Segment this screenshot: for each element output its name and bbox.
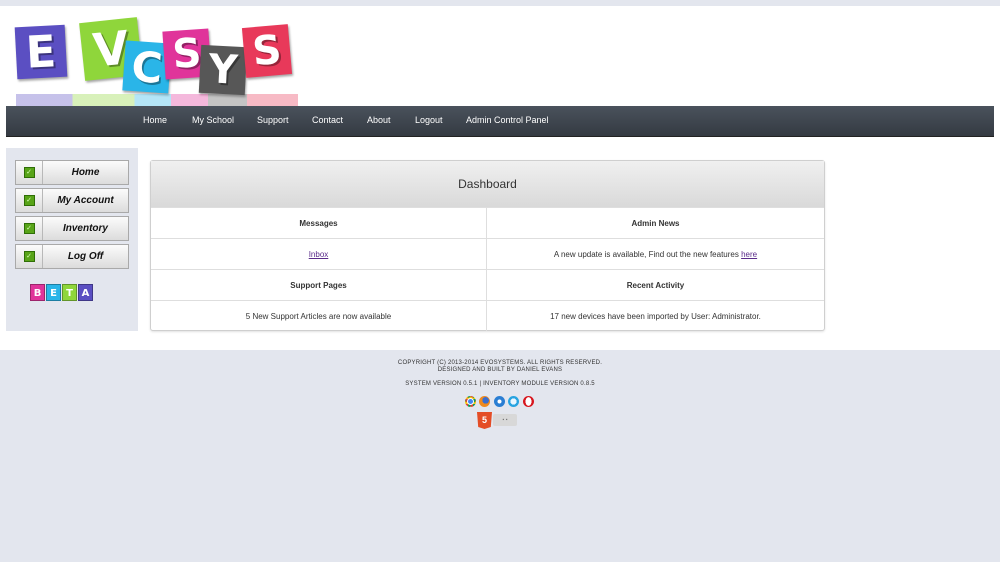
footer-designed-by: DESIGNED AND BUILT BY DANIEL EVANS [437,367,563,373]
admin-news-cell: A new update is available, Find out the … [487,238,824,269]
recent-activity-text: 17 new devices have been imported by Use… [487,300,824,331]
footer-version: SYSTEM VERSION 0.5.1 | INVENTORY MODULE … [405,381,595,387]
safari-icon [508,396,519,407]
check-icon: ✓ [23,195,35,206]
footer-copyright: COPYRIGHT (C) 2013-2014 EVOSYSTEMS. ALL … [397,360,603,366]
admin-news-header: Admin News [487,207,824,238]
sidebar-item-home[interactable]: ✓ Home [15,160,129,185]
support-pages-header: Support Pages [151,269,487,300]
check-icon: ✓ [23,251,35,262]
html5-tech-badge: ▪ ▪ [493,414,517,426]
messages-cell: Inbox [151,238,487,269]
nav-support[interactable]: Support [257,106,289,136]
logo-reflection [16,94,298,106]
beta-letter: B [30,284,45,301]
beta-letter: A [78,284,93,301]
ie-icon [494,396,505,407]
nav-home[interactable]: Home [143,106,167,136]
beta-badge: B E T A [30,284,96,302]
admin-news-here-link[interactable]: here [741,250,757,259]
beta-letter: E [46,284,61,301]
firefox-icon [479,396,490,407]
sidebar-item-label: Inventory [62,223,108,234]
main-navbar: Home My School Support Contact About Log… [6,106,994,137]
logo-letter-s2: S [241,24,293,78]
support-pages-text: 5 New Support Articles are now available [151,300,487,331]
check-icon: ✓ [23,223,35,234]
evosys-logo[interactable]: E V C S Y S [14,16,304,106]
opera-icon [523,396,534,407]
admin-news-text: A new update is available, Find out the … [553,250,739,259]
chrome-icon [465,396,476,407]
logo-letter-y: Y [198,44,248,96]
html5-icon: 5 [477,412,492,429]
nav-logout[interactable]: Logout [415,106,443,136]
dashboard-panel: Dashboard Messages Admin News Inbox A ne… [150,160,825,331]
dashboard-title: Dashboard [151,161,824,208]
nav-admin-control-panel[interactable]: Admin Control Panel [466,106,549,136]
logo-letter-e: E [14,24,68,80]
nav-contact[interactable]: Contact [312,106,343,136]
messages-header: Messages [151,207,487,238]
sidebar-item-label: Log Off [67,251,104,262]
inbox-link[interactable]: Inbox [309,250,329,259]
nav-my-school[interactable]: My School [192,106,234,136]
nav-about[interactable]: About [367,106,391,136]
check-icon: ✓ [23,167,35,178]
beta-letter: T [62,284,77,301]
sidebar-item-log-off[interactable]: ✓ Log Off [15,244,129,269]
recent-activity-header: Recent Activity [487,269,824,300]
sidebar-item-label: My Account [57,195,114,206]
sidebar-item-inventory[interactable]: ✓ Inventory [15,216,129,241]
sidebar-item-my-account[interactable]: ✓ My Account [15,188,129,213]
sidebar-item-label: Home [71,167,100,178]
sidebar: ✓ Home ✓ My Account ✓ Inventory ✓ Log Of… [6,148,138,331]
